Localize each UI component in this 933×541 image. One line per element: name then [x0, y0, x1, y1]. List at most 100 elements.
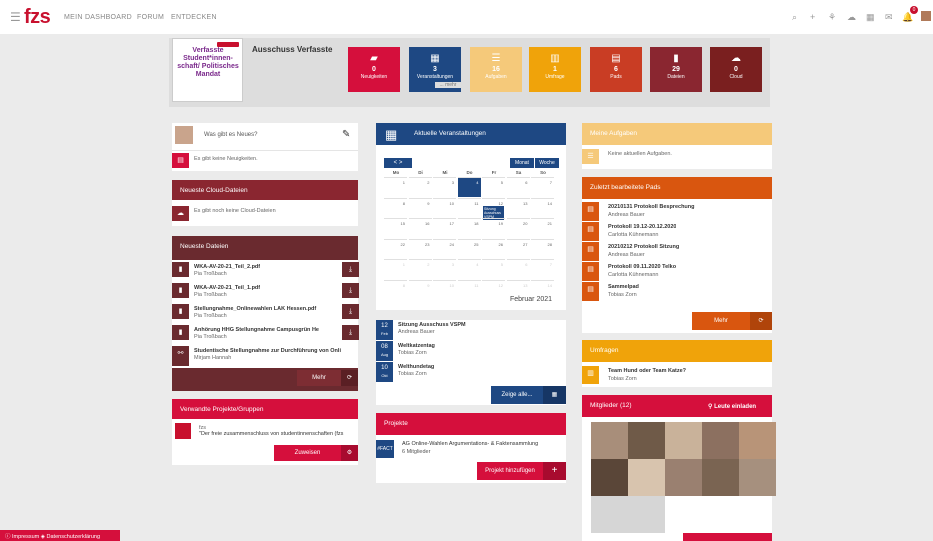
file-name[interactable]: Anhörung HHG Stellungnahme Campusgrün He — [194, 327, 339, 333]
assign-button[interactable]: Zuweisen — [274, 445, 341, 461]
network-icon[interactable]: ⚘ — [828, 12, 836, 23]
calendar-day[interactable]: 8 — [384, 279, 407, 300]
space-logo[interactable]: Verfasste Student*innen-schaft/ Politisc… — [172, 38, 243, 102]
calendar-day[interactable]: 23 — [408, 238, 432, 259]
avatar[interactable] — [739, 459, 776, 496]
nav-entdecken[interactable]: ENTDECKEN — [171, 14, 217, 21]
pad-user[interactable]: Carlotta Kühnemann — [608, 232, 658, 238]
calendar-day[interactable]: 26 — [482, 238, 505, 259]
more-button[interactable]: Mehr — [297, 370, 341, 386]
list-item[interactable]: ▤ 20210131 Protokoll Besprechung Andreas B… — [582, 202, 772, 221]
file-user[interactable]: Pia Troßbach — [194, 271, 227, 277]
calendar-nav[interactable]: < > — [384, 158, 412, 168]
list-item[interactable]: ▤ Protokoll 19.12-20.12.2020 Carlotta Kühn… — [582, 222, 772, 241]
list-item[interactable]: ▮ WKA-AV-20-21_Teil_2.pdf Pia Troßbach ⤓ — [172, 262, 359, 277]
calendar-day[interactable]: 11 — [457, 197, 481, 218]
avatar[interactable] — [921, 11, 931, 21]
project-name[interactable]: AG Online-Wahlen Argumentations- & Fakte… — [402, 441, 538, 447]
news-input[interactable]: Was gibt es Neues? — [204, 132, 257, 138]
pad-name[interactable]: 20210212 Protokoll Sitzung — [608, 244, 679, 250]
calendar-day[interactable]: 4 — [457, 177, 481, 197]
calendar-day[interactable]: 3 — [433, 177, 456, 197]
hamburger-icon[interactable]: ☰ — [10, 10, 21, 24]
calendar-day[interactable]: 27 — [506, 238, 530, 259]
list-item[interactable]: ▤ 20210212 Protokoll Sitzung Andreas Bauer — [582, 242, 772, 261]
privacy-link[interactable]: Datenschutzerklärung — [47, 534, 101, 540]
event-user[interactable]: Andreas Bauer — [398, 329, 435, 335]
avatar[interactable] — [628, 459, 665, 496]
calendar-day[interactable]: 4 — [457, 259, 481, 279]
calendar-grid[interactable]: Mo Di Mi Do Fr Sa So 1 2 3 4 5 6 7 8 9 10 11 12 Sitzung Aus… — [384, 170, 556, 302]
avatar[interactable] — [628, 422, 665, 459]
mail-icon[interactable]: ✉ — [885, 12, 893, 23]
calendar-day[interactable]: 22 — [384, 238, 407, 259]
list-item[interactable]: ▥ Team Hund oder Team Katze? Tobias Zorn — [582, 366, 772, 384]
calendar-day[interactable]: 1 — [384, 177, 407, 197]
pad-name[interactable]: Sammelpad — [608, 284, 639, 290]
calendar-day[interactable]: 28 — [531, 238, 554, 259]
avatar[interactable] — [665, 422, 702, 459]
tile-umfrage[interactable]: ▥ 1 Umfrage — [529, 47, 581, 92]
tile-more-link[interactable]: ... mehr — [435, 82, 461, 88]
calendar-day[interactable]: 2 — [408, 259, 432, 279]
event-title[interactable]: Welthundetag — [398, 364, 434, 370]
pad-user[interactable]: Tobias Zorn — [608, 292, 637, 298]
nav-dashboard[interactable]: MEIN DASHBOARD — [64, 14, 132, 21]
logo[interactable]: fzs — [24, 6, 51, 29]
calendar-day[interactable]: 8 — [384, 197, 407, 218]
month-view-button[interactable]: Monat — [510, 158, 534, 168]
event-title[interactable]: Weltkatzentag — [398, 343, 435, 349]
calendar-day[interactable]: 15 — [384, 218, 407, 238]
download-icon[interactable]: ⤓ — [342, 283, 359, 298]
calendar-day[interactable]: 25 — [457, 238, 481, 259]
tile-aufgaben[interactable]: ☰ 16 Aufgaben — [470, 47, 522, 92]
plus-icon[interactable]: + — [810, 12, 815, 22]
calendar-day[interactable]: 16 — [408, 218, 432, 238]
file-user[interactable]: Pia Troßbach — [194, 334, 227, 340]
pad-user[interactable]: Carlotta Kühnemann — [608, 272, 658, 278]
list-item[interactable]: 08 Aug Weltkatzentag Tobias Zorn — [376, 341, 566, 361]
search-icon[interactable]: ⌕ — [792, 12, 797, 23]
list-item[interactable]: ▤ Protokoll 09.11.2020 Telko Carlotta Kühn… — [582, 262, 772, 281]
more-button[interactable]: Mehr — [692, 312, 750, 330]
calendar-day[interactable]: 6 — [506, 259, 530, 279]
calendar-day[interactable]: 7 — [531, 177, 554, 197]
calendar-day[interactable]: 3 — [433, 259, 456, 279]
file-name[interactable]: Studentische Stellungnahme zur Durchführ… — [194, 348, 354, 354]
add-project-button[interactable]: Projekt hinzufügen — [477, 462, 543, 480]
calendar-icon[interactable]: ▦ — [866, 12, 875, 23]
members-footer-button[interactable] — [683, 533, 772, 541]
calendar-day[interactable]: 21 — [531, 218, 554, 238]
file-user[interactable]: Pia Troßbach — [194, 292, 227, 298]
show-all-button[interactable]: Zeige alle... — [491, 386, 543, 404]
avatar[interactable] — [591, 422, 628, 459]
gears-icon[interactable]: ⚙ — [341, 445, 358, 461]
pencil-icon[interactable]: ✎ — [342, 129, 350, 140]
cloud-icon[interactable]: ☁ — [847, 12, 856, 23]
calendar-day[interactable]: 5 — [482, 177, 505, 197]
calendar-day[interactable]: 1 — [384, 259, 407, 279]
download-icon[interactable]: ⤓ — [342, 304, 359, 319]
download-icon[interactable]: ⤓ — [342, 262, 359, 277]
event-user[interactable]: Tobias Zorn — [398, 350, 427, 356]
list-item[interactable]: ▤ Sammelpad Tobias Zorn — [582, 282, 772, 301]
event-title[interactable]: Sitzung Ausschuss VSPM — [398, 322, 466, 328]
list-item[interactable]: ▮ WKA-AV-20-21_Teil_1.pdf Pia Troßbach ⤓ — [172, 283, 359, 298]
calendar-day[interactable]: 14 — [531, 197, 554, 218]
calendar-day[interactable]: 6 — [506, 177, 530, 197]
calendar-day[interactable]: 5 — [482, 259, 505, 279]
calendar-day[interactable]: 10 — [433, 279, 456, 300]
poll-user[interactable]: Tobias Zorn — [608, 376, 637, 382]
list-item[interactable]: 10 Okt Welthundetag Tobias Zorn — [376, 362, 566, 382]
refresh-icon[interactable]: ⟳ — [341, 370, 358, 386]
calendar-day[interactable]: 2 — [408, 177, 432, 197]
pad-user[interactable]: Andreas Bauer — [608, 252, 645, 258]
avatar[interactable] — [591, 496, 628, 533]
week-view-button[interactable]: Woche — [535, 158, 559, 168]
calendar-icon[interactable]: ▦ — [543, 386, 566, 404]
calendar-day[interactable]: 24 — [433, 238, 456, 259]
list-item[interactable]: 12 Feb Sitzung Ausschuss VSPM Andreas Bauer — [376, 320, 566, 340]
nav-forum[interactable]: FORUM — [137, 14, 164, 21]
tile-veranstaltungen[interactable]: ▦ 3 Veranstaltungen ... mehr — [409, 47, 461, 92]
tile-dateien[interactable]: ▮ 29 Dateien — [650, 47, 702, 92]
